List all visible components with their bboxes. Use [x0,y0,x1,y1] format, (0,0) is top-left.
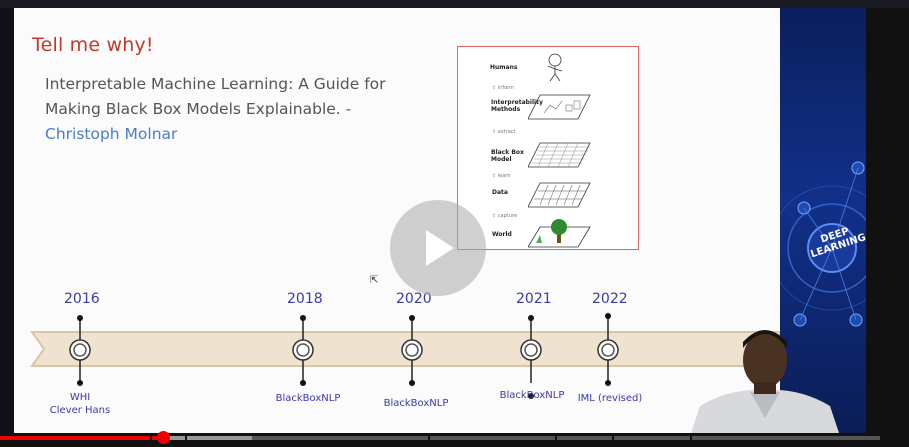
figure-arrow-capture: ⇧ capture [492,213,517,219]
figure-arrow-extract: ⇧ extract [492,129,516,135]
timeline-event-2021: BlackBoxNLP [499,390,565,401]
figure-label-humans: Humans [490,64,518,71]
quote-line-1: Interpretable Machine Learning: A Guide … [45,75,386,93]
play-icon [426,230,454,266]
chapter-marker [428,436,430,440]
timeline-year-2022: 2022 [592,291,628,307]
figure-arrow-learn: ⇧ learn [492,173,511,179]
presenter-webcam [690,330,840,436]
slide-title: Tell me why! [32,34,154,56]
timeline-year-2016: 2016 [64,291,100,307]
figure-label-data: Data [492,189,508,196]
progress-scrubber[interactable] [156,431,170,444]
timeline-event-2020: BlackBoxNLP [383,398,449,409]
chapter-marker [555,436,557,440]
progress-played [0,436,163,440]
figure-label-world: World [492,231,512,238]
mouse-cursor-icon: ⇱ [370,275,379,286]
video-player[interactable]: Tell me why! Interpretable Machine Learn… [0,0,909,447]
data-table-icon [528,182,591,208]
quote-author: Christoph Molnar [45,125,178,143]
timeline [30,313,780,399]
figure-label-model: Black Box Model [491,149,524,163]
black-box-model-icon [528,142,591,168]
event-clever-hans: Clever Hans [49,405,111,416]
event-whi: WHI [69,392,91,403]
quote-line-2: Making Black Box Models Explainable. - [45,100,352,118]
figure-arrow-inform: ⇧ inform [492,85,514,91]
interpretability-figure: Humans ⇧ inform Interpretability Methods… [457,46,639,250]
timeline-event-2022: IML (revised) [577,393,643,404]
human-figure-icon [547,53,563,82]
top-bar [0,0,909,8]
chapter-marker [612,436,614,440]
chapter-marker [690,436,692,440]
chapter-marker [150,436,152,440]
chapter-marker [185,436,187,440]
timeline-event-2016: WHI Clever Hans [40,391,120,417]
play-button[interactable] [390,200,486,296]
methods-plane-icon [528,94,591,120]
timeline-year-2018: 2018 [287,291,323,307]
timeline-year-2021: 2021 [516,291,552,307]
world-tree-icon [528,219,591,248]
timeline-event-2018: BlackBoxNLP [275,393,341,404]
right-letterbox [866,8,909,436]
slide-quote: Interpretable Machine Learning: A Guide … [45,72,405,147]
